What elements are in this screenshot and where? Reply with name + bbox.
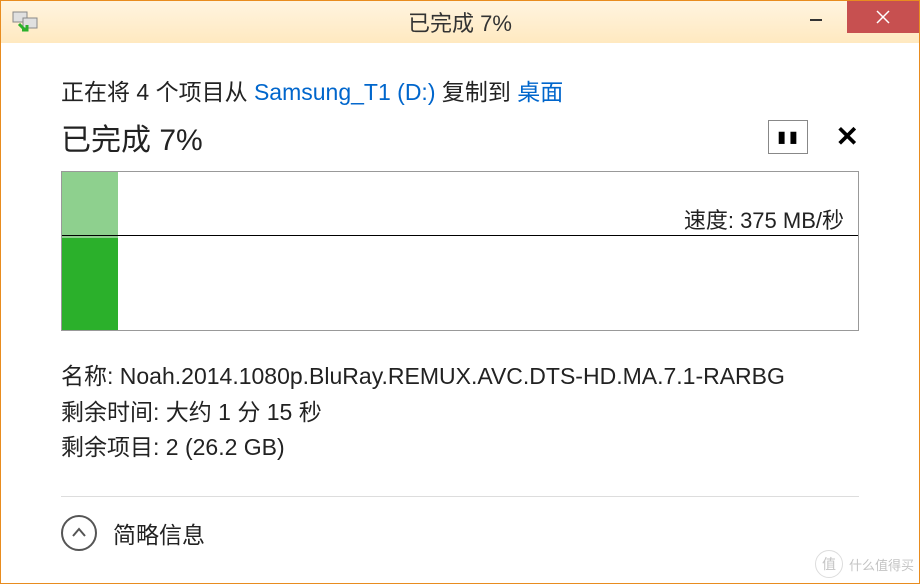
- progress-row: 已完成 7% ▮▮ ✕: [61, 115, 859, 159]
- copy-mid: 复制到: [435, 79, 517, 105]
- titlebar[interactable]: 已完成 7%: [1, 1, 919, 43]
- details-section: 名称: Noah.2014.1080p.BluRay.REMUX.AVC.DTS…: [61, 359, 859, 466]
- chevron-up-icon: [61, 515, 97, 551]
- window-title: 已完成 7%: [408, 6, 512, 38]
- watermark: 值 什么值得买: [815, 550, 914, 578]
- toggle-details[interactable]: 简略信息: [61, 515, 859, 551]
- detail-name: 名称: Noah.2014.1080p.BluRay.REMUX.AVC.DTS…: [61, 359, 859, 395]
- copy-dialog-window: 已完成 7% 正在将 4 个项目从 Samsung_T1 (D:) 复制到 桌面…: [0, 0, 920, 584]
- source-link[interactable]: Samsung_T1 (D:): [254, 79, 436, 105]
- speed-label: 速度: 375 MB/秒: [680, 203, 848, 235]
- cancel-button[interactable]: ✕: [836, 123, 859, 151]
- pause-button[interactable]: ▮▮: [768, 120, 808, 154]
- copy-prefix: 正在将 4 个项目从: [61, 79, 254, 105]
- content-area: 正在将 4 个项目从 Samsung_T1 (D:) 复制到 桌面 已完成 7%…: [1, 43, 919, 583]
- watermark-text: 什么值得买: [849, 555, 914, 574]
- chart-speed-area: [62, 238, 118, 330]
- minimize-button[interactable]: [785, 1, 847, 33]
- progress-actions: ▮▮ ✕: [768, 120, 859, 154]
- window-controls: [785, 1, 919, 37]
- copy-description: 正在将 4 个项目从 Samsung_T1 (D:) 复制到 桌面: [61, 73, 859, 107]
- speed-chart: 速度: 375 MB/秒: [61, 171, 859, 331]
- detail-time: 剩余时间: 大约 1 分 15 秒: [61, 395, 859, 431]
- close-button[interactable]: [847, 1, 919, 33]
- divider: [61, 496, 859, 497]
- progress-label: 已完成 7%: [61, 115, 203, 159]
- watermark-icon: 值: [815, 550, 843, 578]
- dest-link[interactable]: 桌面: [517, 79, 563, 105]
- copy-icon: [11, 6, 43, 38]
- toggle-label: 简略信息: [113, 516, 205, 550]
- chart-speed-line: [62, 235, 858, 236]
- detail-items: 剩余项目: 2 (26.2 GB): [61, 430, 859, 466]
